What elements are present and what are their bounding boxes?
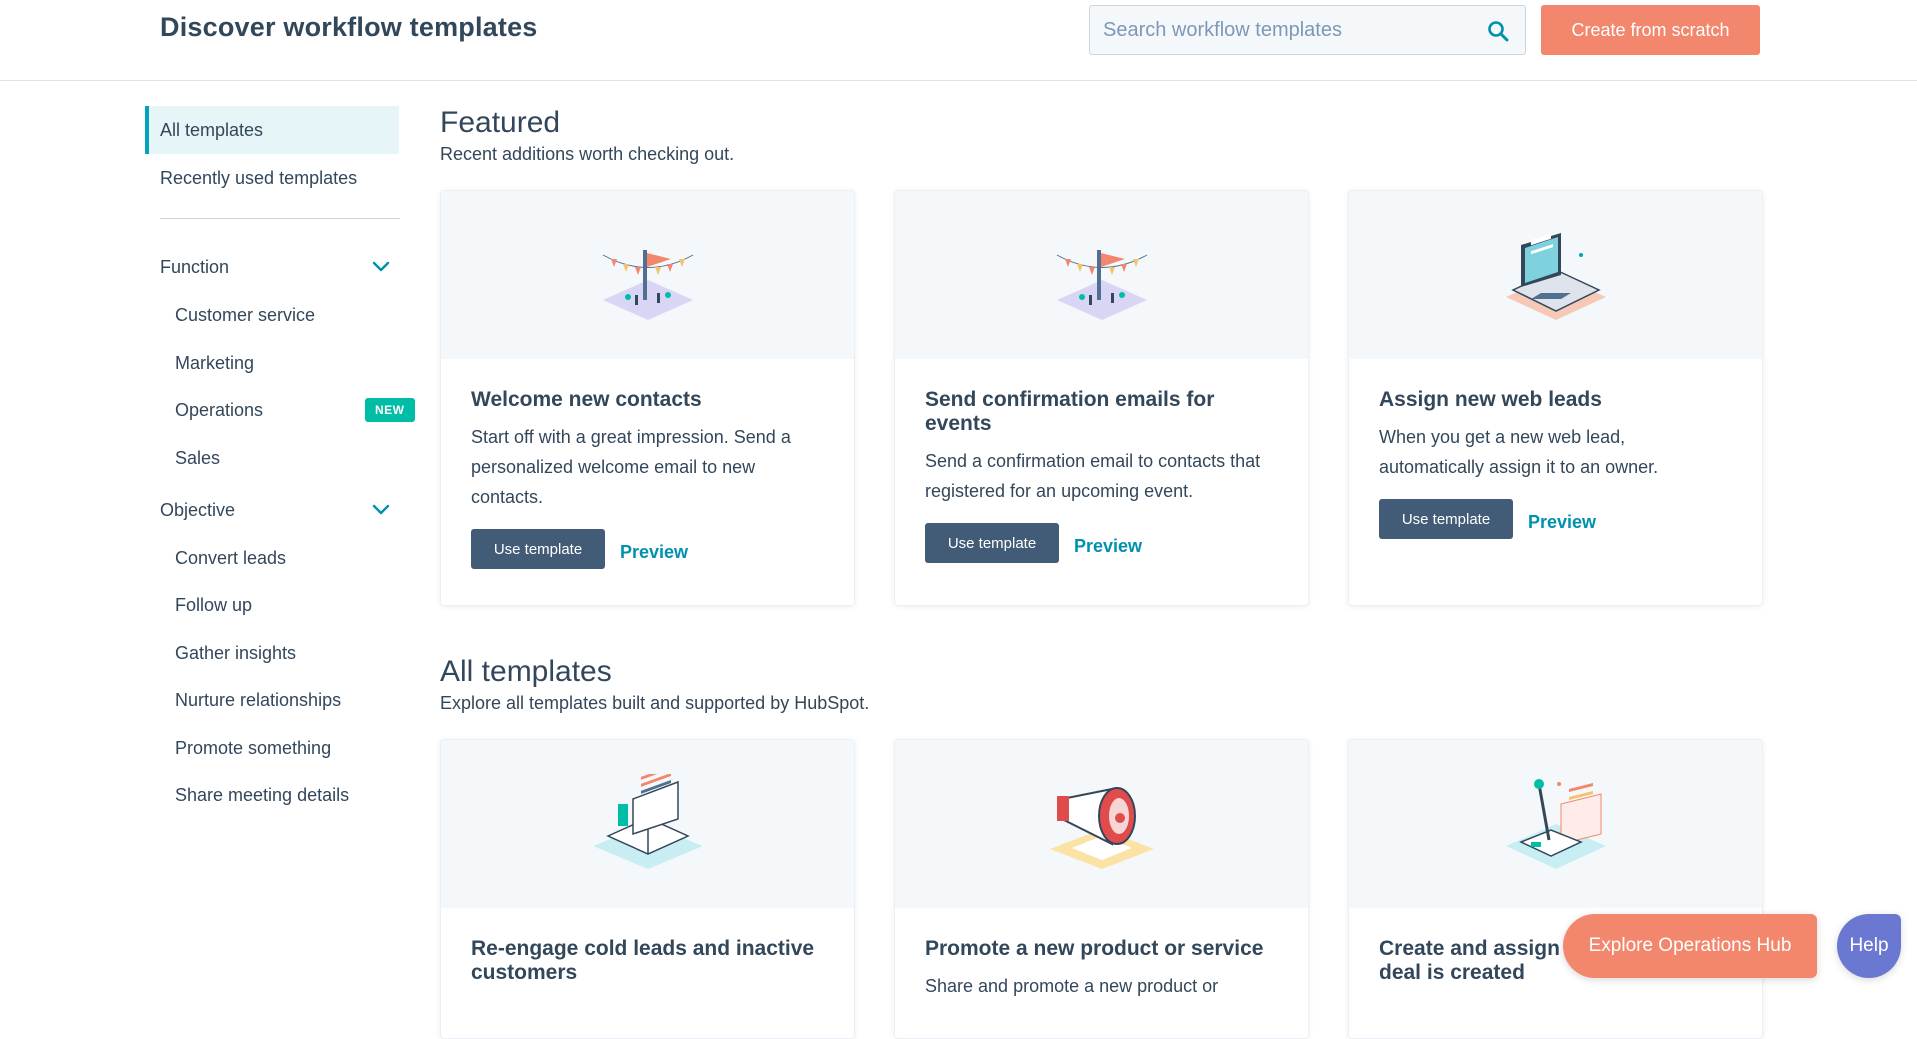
card-illustration xyxy=(1349,191,1762,359)
card-illustration xyxy=(441,740,854,908)
filter-group-label: Objective xyxy=(160,499,236,520)
filter-group-label: Function xyxy=(160,256,230,277)
use-template-button[interactable]: Use template xyxy=(471,529,605,569)
card-title: Promote a new product or service xyxy=(925,937,1264,960)
filter-item-label: Sales xyxy=(175,447,221,468)
search-box[interactable] xyxy=(1089,5,1526,55)
filter-item-label: Follow up xyxy=(175,594,253,615)
template-card[interactable]: Welcome new contacts Start off with a gr… xyxy=(440,190,855,606)
filter-item-gather-insights[interactable]: Gather insights xyxy=(175,638,395,668)
search-icon[interactable] xyxy=(1487,20,1509,42)
filter-item-promote-something[interactable]: Promote something xyxy=(175,733,395,763)
featured-heading: Featured xyxy=(440,106,561,139)
use-template-button[interactable]: Use template xyxy=(925,523,1059,563)
filter-item-share-meeting-details[interactable]: Share meeting details xyxy=(175,780,395,810)
card-illustration xyxy=(441,191,854,359)
filter-item-marketing[interactable]: Marketing xyxy=(175,348,395,378)
card-title: Welcome new contacts xyxy=(471,388,702,411)
all-templates-subheading: Explore all templates built and supporte… xyxy=(440,693,870,713)
filter-item-label: Customer service xyxy=(175,304,316,325)
card-title: Send confirmation emails for events xyxy=(925,388,1215,435)
sidebar-item-label: All templates xyxy=(160,119,264,140)
laptop-icon xyxy=(1505,233,1606,320)
filter-item-operations[interactable]: Operations NEW xyxy=(175,395,415,425)
chevron-down-icon[interactable] xyxy=(372,504,390,516)
celebration-banner-icon xyxy=(1056,250,1147,320)
filter-item-label: Share meeting details xyxy=(175,784,350,805)
help-button[interactable]: Help xyxy=(1837,914,1901,978)
template-card[interactable]: Create and assign ta deal is created xyxy=(1348,739,1763,1039)
explore-operations-hub-button[interactable]: Explore Operations Hub xyxy=(1563,914,1817,978)
celebration-banner-icon xyxy=(602,250,693,320)
featured-subheading: Recent additions worth checking out. xyxy=(440,144,735,164)
card-title: Assign new web leads xyxy=(1379,388,1602,411)
card-illustration xyxy=(1349,740,1762,908)
card-description: When you get a new web lead, automatical… xyxy=(1379,427,1659,477)
filter-group-objective[interactable]: Objective xyxy=(160,495,390,525)
filter-item-label: Convert leads xyxy=(175,547,287,568)
sidebar-item-recently-used[interactable]: Recently used templates xyxy=(145,154,399,202)
filter-item-follow-up[interactable]: Follow up xyxy=(175,590,395,620)
filter-item-label: Operations xyxy=(175,399,264,420)
sidebar-item-all-templates[interactable]: All templates xyxy=(145,106,399,154)
use-template-button[interactable]: Use template xyxy=(1379,499,1513,539)
filter-item-nurture-relationships[interactable]: Nurture relationships xyxy=(175,685,395,715)
filter-item-label: Promote something xyxy=(175,737,332,758)
template-card[interactable]: Assign new web leads When you get a new … xyxy=(1348,190,1763,606)
template-card[interactable]: Re-engage cold leads and inactive custom… xyxy=(440,739,855,1039)
sidebar-item-label: Recently used templates xyxy=(160,167,358,188)
card-title-line: deal is created xyxy=(1379,961,1525,984)
all-templates-heading: All templates xyxy=(440,655,612,688)
filter-item-label: Nurture relationships xyxy=(175,689,342,710)
card-description: Share and promote a new product or xyxy=(925,976,1219,996)
filter-item-label: Marketing xyxy=(175,352,255,373)
card-illustration xyxy=(895,191,1308,359)
open-book-icon xyxy=(592,774,703,869)
create-from-scratch-button[interactable]: Create from scratch xyxy=(1541,5,1760,55)
card-description: Send a confirmation email to contacts th… xyxy=(925,451,1261,501)
preview-link[interactable]: Preview xyxy=(620,542,688,563)
filter-item-label: Gather insights xyxy=(175,642,297,663)
search-input[interactable] xyxy=(1090,6,1470,54)
preview-link[interactable]: Preview xyxy=(1528,512,1596,533)
megaphone-icon xyxy=(1049,787,1154,869)
filter-item-sales[interactable]: Sales xyxy=(175,443,395,473)
card-title-line: Create and assign ta xyxy=(1379,937,1585,960)
card-description: Start off with a great impression. Send … xyxy=(471,427,791,507)
joystick-icon xyxy=(1505,779,1606,869)
filter-item-customer-service[interactable]: Customer service xyxy=(175,300,395,330)
chevron-down-icon[interactable] xyxy=(372,261,390,273)
card-title: Re-engage cold leads and inactive custom… xyxy=(471,937,815,984)
new-badge: NEW xyxy=(365,398,415,422)
sidebar-divider xyxy=(160,218,400,219)
card-illustration xyxy=(895,740,1308,908)
page-header: Discover workflow templates Create from … xyxy=(0,0,1917,81)
template-card[interactable]: Send confirmation emails for events Send… xyxy=(894,190,1309,606)
filter-item-convert-leads[interactable]: Convert leads xyxy=(175,543,395,573)
preview-link[interactable]: Preview xyxy=(1074,536,1142,557)
filter-group-function[interactable]: Function xyxy=(160,252,390,282)
page-title: Discover workflow templates xyxy=(160,12,538,42)
template-card[interactable]: Promote a new product or service Share a… xyxy=(894,739,1309,1039)
